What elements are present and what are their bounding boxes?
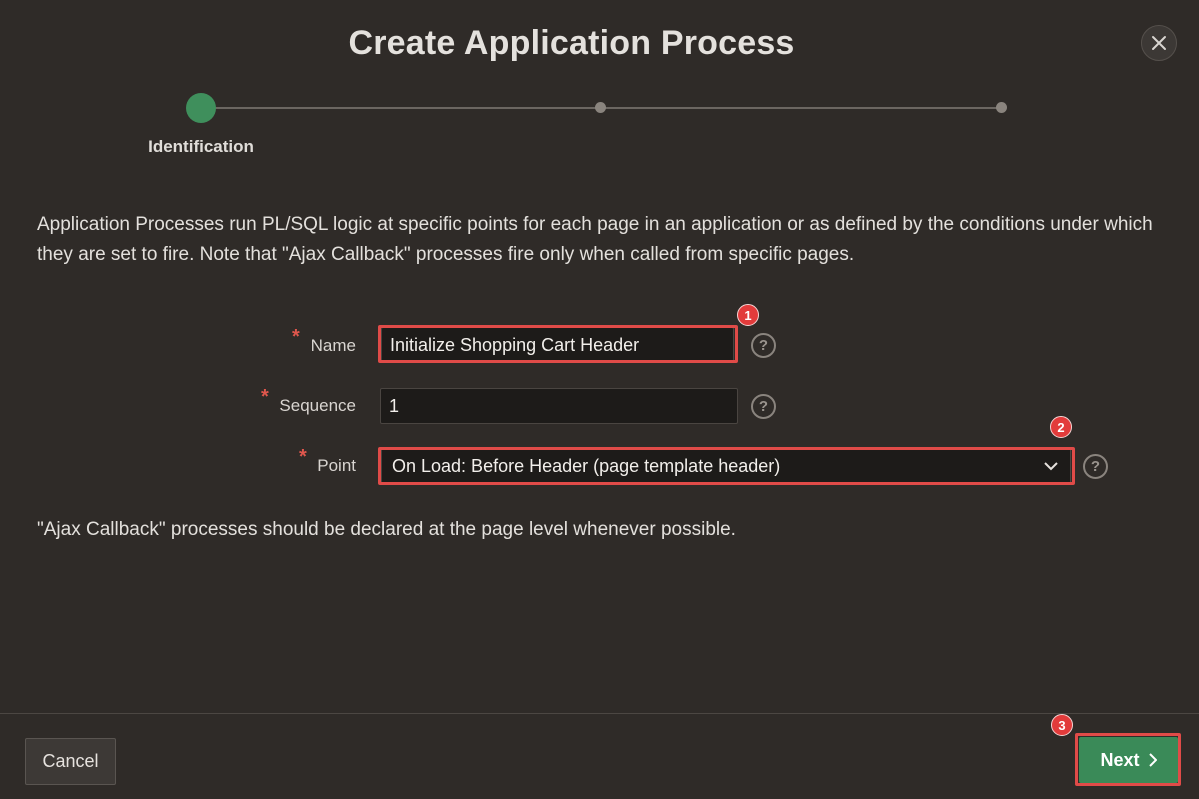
point-help-icon[interactable]: ? bbox=[1083, 454, 1108, 479]
create-application-process-dialog: Create Application Process Identificatio… bbox=[0, 0, 1199, 799]
wizard-step-label: Identification bbox=[148, 137, 254, 156]
close-icon bbox=[1152, 36, 1166, 50]
intro-text: Application Processes run PL/SQL logic a… bbox=[37, 214, 1153, 265]
chevron-right-icon bbox=[1148, 753, 1157, 767]
wizard-step-current bbox=[186, 93, 216, 123]
name-input[interactable]: Initialize Shopping Cart Header bbox=[381, 327, 734, 363]
callout-badge-1: 1 bbox=[737, 304, 759, 326]
close-button[interactable] bbox=[1141, 25, 1177, 61]
sequence-input[interactable]: 1 bbox=[380, 388, 738, 424]
point-selected-value: On Load: Before Header (page template he… bbox=[392, 456, 781, 476]
wizard-step-2 bbox=[595, 102, 606, 113]
help-glyph: ? bbox=[1090, 458, 1101, 475]
chevron-down-icon bbox=[1044, 462, 1058, 471]
sequence-label: Sequence bbox=[279, 396, 356, 415]
cancel-button[interactable]: Cancel bbox=[25, 738, 116, 785]
help-glyph: ? bbox=[758, 337, 769, 354]
next-button-label: Next bbox=[1100, 749, 1140, 770]
point-select[interactable]: On Load: Before Header (page template he… bbox=[381, 449, 1071, 483]
name-label: Name bbox=[310, 336, 356, 355]
sequence-help-icon[interactable]: ? bbox=[751, 394, 776, 419]
callout-badge-2: 2 bbox=[1050, 416, 1072, 438]
footer-divider bbox=[0, 713, 1199, 714]
wizard-step-3 bbox=[996, 102, 1007, 113]
next-button[interactable]: Next bbox=[1079, 737, 1178, 783]
help-glyph: ? bbox=[758, 398, 769, 415]
name-help-icon[interactable]: ? bbox=[751, 333, 776, 358]
point-label: Point bbox=[317, 456, 356, 475]
callout-badge-3: 3 bbox=[1051, 714, 1073, 736]
ajax-callback-note: "Ajax Callback" processes should be decl… bbox=[37, 519, 736, 540]
required-marker: * bbox=[292, 326, 300, 348]
dialog-title: Create Application Process bbox=[348, 24, 795, 62]
required-marker: * bbox=[261, 386, 269, 408]
